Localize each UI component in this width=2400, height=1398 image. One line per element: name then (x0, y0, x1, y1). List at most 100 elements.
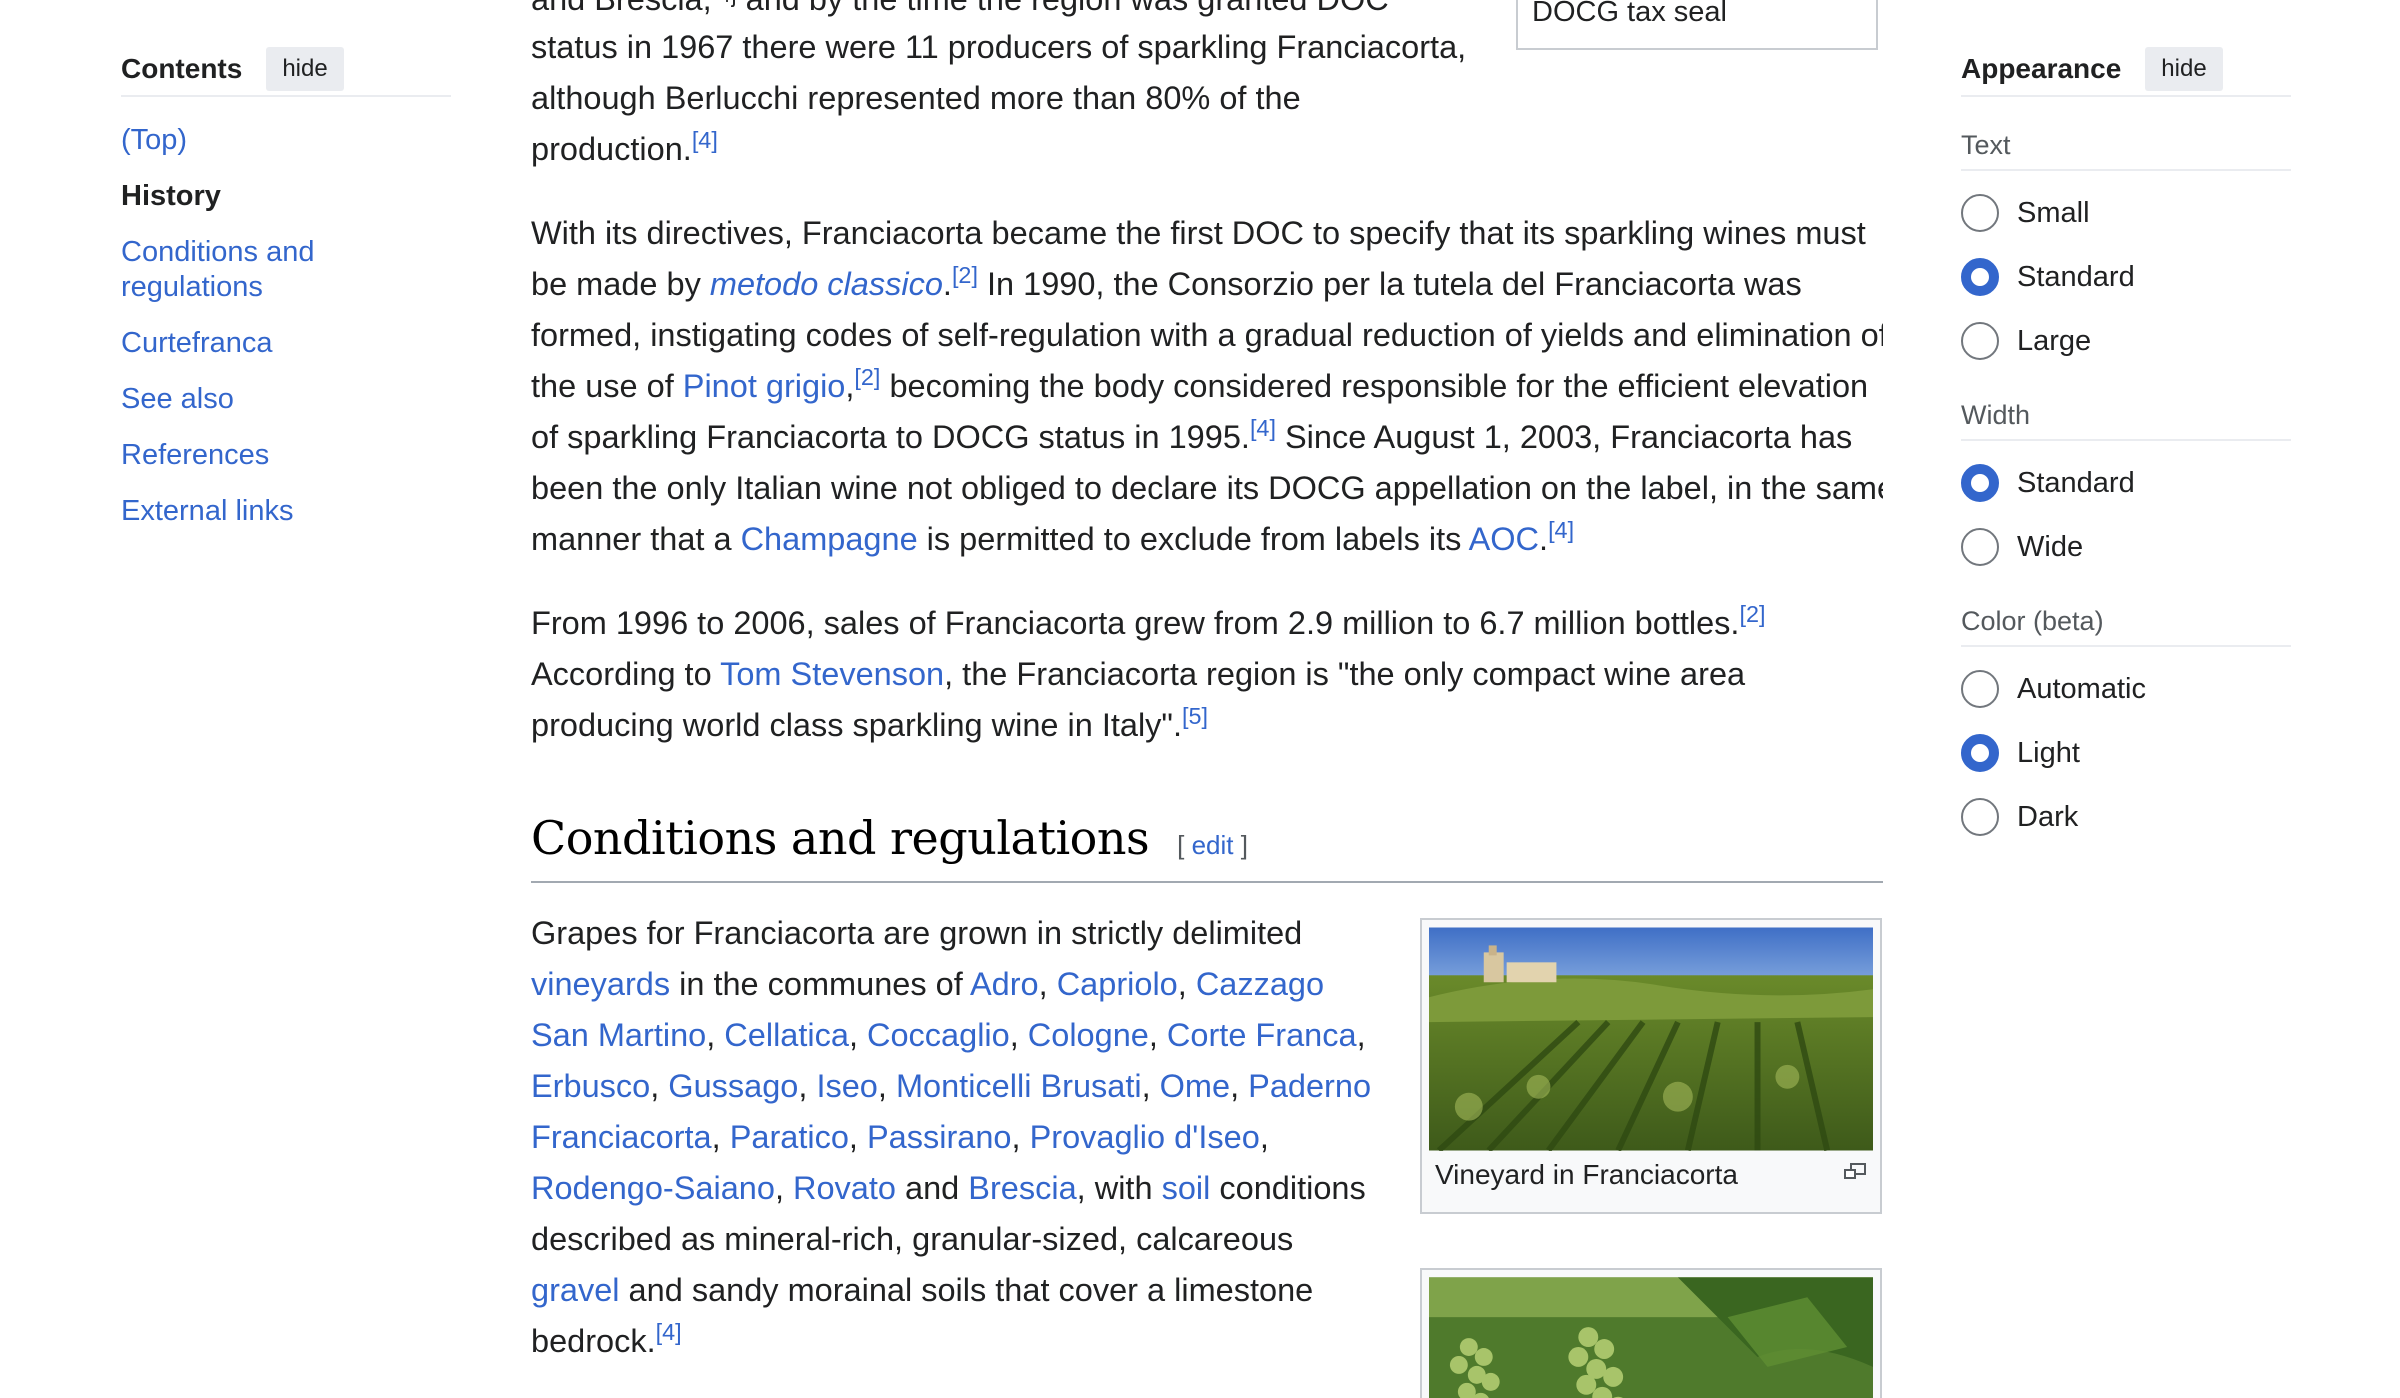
citation-2[interactable]: [2] (854, 364, 880, 390)
radio-icon[interactable] (1961, 194, 1999, 232)
width-options: Standard Wide (1961, 451, 2291, 579)
history-p2-line7: manner that a Champagne is permitted to … (531, 517, 1575, 557)
vineyard-caption-row: Vineyard in Franciacorta (1429, 1151, 1873, 1191)
link-corte-franca[interactable]: Corte Franca (1167, 1017, 1357, 1053)
link-metodo-classico[interactable]: metodo classico (710, 266, 943, 302)
conditions-line8: gravel and sandy morainal soils that cov… (531, 1272, 1314, 1308)
link-provaglio[interactable]: Provaglio d'Iseo (1030, 1119, 1260, 1155)
citation-4[interactable]: [4] (1250, 415, 1276, 441)
radio-checked-icon[interactable] (1961, 258, 1999, 296)
link-ome[interactable]: Ome (1160, 1068, 1230, 1104)
conditions-line5: Franciacorta, Paratico, Passirano, Prova… (531, 1119, 1269, 1155)
conditions-line1: Grapes for Franciacorta are grown in str… (531, 915, 1303, 951)
citation-2[interactable]: [2] (952, 262, 978, 288)
toc-item-history[interactable]: History (121, 179, 421, 214)
link-paratico[interactable]: Paratico (730, 1119, 849, 1155)
radio-icon[interactable] (1961, 670, 1999, 708)
toc-item-see-also[interactable]: See also (121, 382, 421, 417)
link-gravel[interactable]: gravel (531, 1272, 620, 1308)
color-label: Color (beta) (1961, 599, 2291, 647)
history-p1-line2: although Berlucchi represented more than… (531, 80, 1301, 116)
appearance-header: Appearance hide (1961, 47, 2291, 97)
link-monticelli-brusati[interactable]: Monticelli Brusati (896, 1068, 1142, 1104)
link-rodengo-saiano[interactable]: Rodengo-Saiano (531, 1170, 775, 1206)
history-p2-line3: formed, instigating codes of self-regula… (531, 317, 1883, 353)
toc-item-curtefranca[interactable]: Curtefranca (121, 326, 421, 361)
text-size-options: Small Standard Large (1961, 181, 2291, 373)
link-paderno[interactable]: Paderno (1248, 1068, 1371, 1104)
toc-header: Contents hide (121, 47, 451, 97)
history-p2-line1: With its directives, Franciacorta became… (531, 215, 1866, 251)
appearance-title: Appearance (1961, 53, 2122, 84)
citation-5[interactable]: [5] (1182, 703, 1208, 729)
link-aoc[interactable]: AOC (1469, 521, 1539, 557)
appearance-panel: Appearance hide Text Small Standard Larg… (1961, 47, 2291, 849)
radio-icon[interactable] (1961, 322, 1999, 360)
vineyard-image[interactable] (1429, 927, 1873, 1151)
link-vineyards[interactable]: vineyards (531, 966, 670, 1002)
color-automatic[interactable]: Automatic (1961, 657, 2291, 721)
link-soil[interactable]: soil (1162, 1170, 1211, 1206)
conditions-line2: vineyards in the communes of Adro, Capri… (531, 966, 1325, 1002)
text-size-standard[interactable]: Standard (1961, 245, 2291, 309)
link-san-martino[interactable]: San Martino (531, 1017, 706, 1053)
link-champagne[interactable]: Champagne (741, 521, 918, 557)
edit-link[interactable]: edit (1192, 830, 1234, 860)
text-size-small[interactable]: Small (1961, 181, 2291, 245)
history-p2-line5: of sparkling Franciacorta to DOCG status… (531, 415, 1853, 455)
text-size-large[interactable]: Large (1961, 309, 2291, 373)
vineyard-caption: Vineyard in Franciacorta (1435, 1159, 1738, 1190)
grapes-image[interactable] (1429, 1277, 1873, 1398)
radio-checked-icon[interactable] (1961, 734, 1999, 772)
link-cazzago[interactable]: Cazzago (1196, 966, 1324, 1002)
link-capriolo[interactable]: Capriolo (1057, 966, 1178, 1002)
vineyard-thumbnail: Vineyard in Franciacorta (1420, 918, 1882, 1214)
toc-item-external-links[interactable]: External links (121, 494, 421, 529)
conditions-line3: San Martino, Cellatica, Coccaglio, Colog… (531, 1017, 1366, 1053)
radio-icon[interactable] (1961, 798, 1999, 836)
history-p3-line2: According to Tom Stevenson, the Franciac… (531, 656, 1746, 692)
color-light[interactable]: Light (1961, 721, 2291, 785)
toc-item-references[interactable]: References (121, 438, 421, 473)
link-erbusco[interactable]: Erbusco (531, 1068, 650, 1104)
history-p1-line1: status in 1967 there were 11 producers o… (531, 29, 1467, 65)
history-p3-line3: producing world class sparkling wine in … (531, 703, 1209, 743)
width-wide[interactable]: Wide (1961, 515, 2291, 579)
link-iseo[interactable]: Iseo (816, 1068, 877, 1104)
radio-icon[interactable] (1961, 528, 1999, 566)
section-heading-conditions: Conditions and regulations [ edit ] (531, 808, 1883, 883)
toc-hide-button[interactable]: hide (266, 47, 344, 91)
width-standard[interactable]: Standard (1961, 451, 2291, 515)
link-pinot-grigio[interactable]: Pinot grigio (683, 368, 846, 404)
text-size-label: Text (1961, 123, 2291, 171)
link-gussago[interactable]: Gussago (668, 1068, 798, 1104)
table-of-contents: Contents hide (Top) History Conditions a… (121, 47, 451, 550)
link-tom-stevenson[interactable]: Tom Stevenson (720, 656, 944, 692)
link-franciacorta[interactable]: Franciacorta (531, 1119, 712, 1155)
citation-4[interactable]: [4] (1548, 517, 1574, 543)
docg-seal-caption: DOCG tax seal (1532, 0, 1727, 28)
radio-checked-icon[interactable] (1961, 464, 1999, 502)
link-cologne[interactable]: Cologne (1028, 1017, 1149, 1053)
conditions-line4: Erbusco, Gussago, Iseo, Monticelli Brusa… (531, 1068, 1372, 1104)
link-rovato[interactable]: Rovato (793, 1170, 896, 1206)
history-p1-line3: production.[4] (531, 127, 718, 167)
appearance-hide-button[interactable]: hide (2145, 47, 2223, 91)
history-p2-line4: the use of Pinot grigio,[2] becoming the… (531, 364, 1869, 404)
toc-item-top[interactable]: (Top) (121, 123, 421, 158)
link-adro[interactable]: Adro (970, 966, 1039, 1002)
citation-2[interactable]: [2] (1739, 601, 1765, 627)
citation-4[interactable]: [4] (656, 1319, 682, 1345)
color-dark[interactable]: Dark (1961, 785, 2291, 849)
link-coccaglio[interactable]: Coccaglio (867, 1017, 1010, 1053)
link-cellatica[interactable]: Cellatica (724, 1017, 849, 1053)
section-title: Conditions and regulations (531, 811, 1150, 865)
citation-4[interactable]: [4] (692, 127, 718, 153)
conditions-line9: bedrock.[4] (531, 1319, 682, 1359)
link-passirano[interactable]: Passirano (867, 1119, 1012, 1155)
enlarge-icon[interactable] (1843, 1163, 1867, 1181)
link-brescia[interactable]: Brescia (968, 1170, 1076, 1206)
article-content: DOCG tax seal and Brescia,ⁱ⁴ʲ and by the… (531, 0, 1883, 1398)
toc-item-conditions[interactable]: Conditions and regulations (121, 235, 421, 305)
conditions-line7: described as mineral-rich, granular-size… (531, 1221, 1294, 1257)
